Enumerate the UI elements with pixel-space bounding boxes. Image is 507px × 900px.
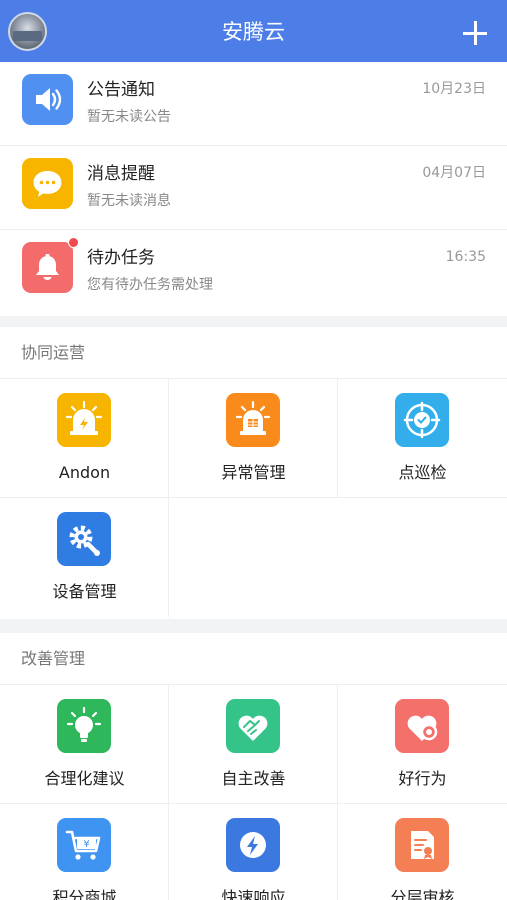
alarm-light-icon — [57, 393, 111, 447]
list-item-announcement[interactable]: 公告通知 暂无未读公告 10月23日 — [0, 62, 507, 146]
lightbulb-icon — [57, 699, 111, 753]
grid-item-layered-audit[interactable]: 分层审核 — [338, 804, 507, 900]
message-time: 04月07日 — [422, 165, 486, 181]
grid-item-autonomous-improvement[interactable]: 自主改善 — [169, 685, 338, 804]
list-item-todo[interactable]: 待办任务 您有待办任务需处理 16:35 — [0, 230, 507, 316]
section-collaborative-operations: 协同运营 Andon 异常管理 点巡检 设备管理 — [0, 327, 507, 619]
grid-item-good-behavior[interactable]: 好行为 — [338, 685, 507, 804]
unread-dot — [68, 237, 79, 248]
message-title: 公告通知 — [87, 80, 155, 100]
audit-document-icon — [395, 818, 449, 872]
grid-item-label: 异常管理 — [221, 463, 286, 482]
grid-item-andon[interactable]: Andon — [0, 379, 169, 498]
svg-text:¥: ¥ — [83, 839, 89, 850]
speaker-icon — [22, 74, 73, 125]
grid-item-label: 合理化建议 — [44, 769, 125, 788]
section-header: 协同运营 — [0, 327, 507, 379]
section-title: 改善管理 — [21, 649, 86, 668]
message-title: 消息提醒 — [87, 164, 155, 184]
message-time: 16:35 — [445, 249, 486, 265]
heart-badge-icon — [395, 699, 449, 753]
message-time: 10月23日 — [422, 81, 486, 97]
grid-item-exception-management[interactable]: 异常管理 — [169, 379, 338, 498]
handshake-heart-icon — [226, 699, 280, 753]
list-item-reminder[interactable]: 消息提醒 暂无未读消息 04月07日 — [0, 146, 507, 230]
grid-item-label: 自主改善 — [221, 769, 286, 788]
grid-item-label: 积分商城 — [52, 888, 117, 900]
section-header: 改善管理 — [0, 633, 507, 685]
section-improvement-management: 改善管理 合理化建议 自主改善 好行为 ¥ 积分商城 快速响应 分层审核 — [0, 633, 507, 900]
siren-icon — [226, 393, 280, 447]
message-list: 公告通知 暂无未读公告 10月23日 消息提醒 暂无未读消息 04月07日 待办… — [0, 62, 507, 316]
inspection-icon — [395, 393, 449, 447]
grid-item-label: 设备管理 — [52, 582, 117, 601]
gear-wrench-icon — [57, 512, 111, 566]
grid-item-label: Andon — [58, 463, 111, 482]
lightning-icon — [226, 818, 280, 872]
message-subtitle: 暂无未读消息 — [87, 193, 171, 209]
message-subtitle: 您有待办任务需处理 — [87, 277, 213, 293]
grid-item-label: 好行为 — [398, 769, 447, 788]
grid-item-rationalization-proposal[interactable]: 合理化建议 — [0, 685, 169, 804]
add-icon[interactable] — [463, 21, 487, 45]
bell-icon — [22, 242, 73, 293]
shopping-cart-icon: ¥ — [57, 818, 111, 872]
grid-item-label: 点巡检 — [398, 463, 447, 482]
grid-item-quick-response[interactable]: 快速响应 — [169, 804, 338, 900]
grid-item-equipment-management[interactable]: 设备管理 — [0, 498, 169, 617]
grid-item-points-mall[interactable]: ¥ 积分商城 — [0, 804, 169, 900]
grid-item-spot-inspection[interactable]: 点巡检 — [338, 379, 507, 498]
message-subtitle: 暂无未读公告 — [87, 109, 171, 125]
page-title: 安腾云 — [222, 20, 285, 44]
grid-item-label: 分层审核 — [390, 888, 455, 900]
section-title: 协同运营 — [21, 343, 86, 362]
message-title: 待办任务 — [87, 248, 155, 268]
chat-bubble-icon — [22, 158, 73, 209]
grid-item-label: 快速响应 — [221, 888, 286, 900]
app-header: 安腾云 — [0, 0, 507, 62]
